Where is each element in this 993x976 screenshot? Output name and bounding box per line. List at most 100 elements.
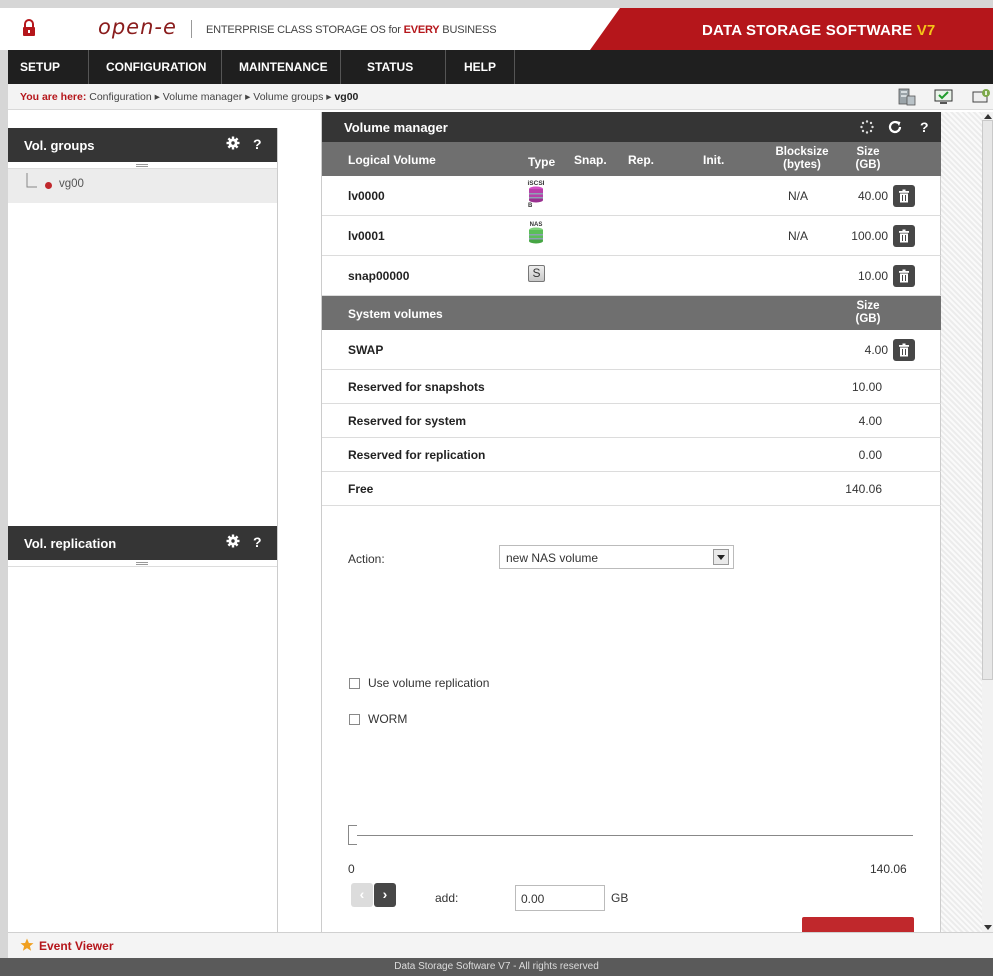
- slider-min-label: 0: [348, 862, 355, 876]
- delete-volume-button[interactable]: [893, 265, 915, 287]
- system-volume-name: Reserved for system: [348, 414, 467, 428]
- system-volume-size: 10.00: [851, 380, 882, 394]
- col-blocksize-line2: (bytes): [783, 159, 821, 171]
- nav-separator: [221, 50, 222, 84]
- create-button[interactable]: [802, 917, 914, 933]
- monitor-check-icon[interactable]: [934, 88, 954, 106]
- system-volumes-title: System volumes: [348, 307, 443, 321]
- iscsi-icon-sublabel: B: [528, 203, 533, 208]
- vol-groups-panel: Vol. groups ? vg00: [8, 128, 278, 526]
- volume-size: 10.00: [857, 269, 888, 283]
- delete-volume-button[interactable]: [893, 339, 915, 361]
- panel-resize-grip[interactable]: [8, 560, 277, 567]
- nav-tab-maintenance[interactable]: MAINTENANCE: [239, 50, 328, 84]
- col-size: Size (GB): [848, 146, 888, 172]
- system-volume-row[interactable]: SWAP 4.00: [322, 330, 942, 370]
- help-icon[interactable]: ?: [920, 119, 929, 135]
- col-blocksize: Blocksize (bytes): [762, 146, 842, 172]
- scrollbar-thumb[interactable]: [982, 120, 993, 680]
- footer-text: Data Storage Software V7 - All rights re…: [394, 961, 599, 972]
- star-icon: [20, 938, 34, 951]
- size-slider-track[interactable]: [349, 835, 913, 836]
- lock-icon[interactable]: [22, 19, 36, 37]
- trash-icon: [899, 189, 909, 203]
- breadcrumb-current: vg00: [334, 91, 359, 103]
- vol-group-label: vg00: [59, 178, 84, 190]
- header-tagline: ENTERPRISE CLASS STORAGE OS for EVERY BU…: [206, 24, 497, 36]
- refresh-icon[interactable]: [887, 119, 903, 135]
- use-replication-label: Use volume replication: [368, 676, 490, 690]
- decrease-button[interactable]: ‹: [351, 883, 373, 907]
- size-gb-value: 0.00: [521, 892, 545, 906]
- system-volume-name: Free: [348, 482, 374, 496]
- size-gb-input[interactable]: 0.00: [515, 885, 605, 911]
- status-dot-icon: [45, 182, 52, 189]
- breadcrumb-path[interactable]: Configuration ▸ Volume manager ▸ Volume …: [89, 91, 331, 103]
- action-select[interactable]: new NAS volume: [499, 545, 734, 569]
- help-icon[interactable]: ?: [253, 136, 262, 152]
- vol-groups-header: Vol. groups ?: [8, 128, 277, 162]
- nas-volume-icon: NAS: [529, 222, 543, 244]
- scroll-up-arrow[interactable]: [984, 114, 992, 119]
- system-volumes-header-row: System volumes Size (GB): [322, 296, 942, 330]
- volume-size: 40.00: [857, 189, 888, 203]
- slider-max-label: 140.06: [870, 862, 907, 876]
- volume-row[interactable]: lv0001 NAS N/A 100.00: [322, 216, 942, 256]
- iscsi-volume-icon: iSCSI B: [528, 180, 545, 208]
- system-volume-name: SWAP: [348, 343, 384, 357]
- volume-manager-panel: Volume manager ? Logical Volume Type Sna…: [321, 112, 942, 933]
- trash-icon: [899, 229, 909, 243]
- loading-spinner-icon: [860, 120, 874, 134]
- increase-button[interactable]: ›: [374, 883, 396, 907]
- help-icon[interactable]: ?: [253, 534, 262, 550]
- nav-tab-configuration[interactable]: CONFIGURATION: [106, 50, 206, 84]
- worm-label: WORM: [368, 712, 408, 726]
- volume-blocksize: N/A: [788, 189, 809, 203]
- system-volume-row: Reserved for replication 0.00: [322, 438, 942, 472]
- scroll-down-arrow[interactable]: [984, 925, 992, 930]
- breadcrumb: You are here: Configuration ▸ Volume man…: [8, 84, 993, 110]
- volume-name: snap00000: [348, 269, 410, 283]
- volume-blocksize: N/A: [788, 229, 809, 243]
- gear-icon[interactable]: [226, 136, 240, 150]
- col-size-line2: (GB): [855, 159, 881, 171]
- system-volume-name: Reserved for replication: [348, 448, 486, 462]
- logical-volume-header-row: Logical Volume Type Snap. Rep. Init. Blo…: [322, 142, 942, 176]
- tagline-suffix: BUSINESS: [439, 24, 497, 36]
- system-volume-size: 140.06: [845, 482, 882, 496]
- volume-row[interactable]: lv0000 iSCSI B N/A 40.00: [322, 176, 942, 216]
- action-label: Action:: [348, 552, 385, 566]
- nav-tab-setup[interactable]: SETUP: [20, 50, 60, 84]
- volume-manager-header: Volume manager ?: [322, 112, 942, 142]
- product-title-text: DATA STORAGE SOFTWARE: [702, 22, 917, 39]
- gear-icon[interactable]: [226, 534, 240, 548]
- open-e-logo: open-e: [98, 15, 177, 39]
- system-volume-name: Reserved for snapshots: [348, 380, 485, 394]
- vol-group-item[interactable]: vg00: [8, 169, 277, 203]
- info-monitor-icon[interactable]: [972, 88, 992, 106]
- col-snap: Snap.: [574, 153, 607, 167]
- col-size-line2: (GB): [855, 313, 881, 325]
- header-divider: [191, 20, 192, 38]
- system-volume-row: Free 140.06: [322, 472, 942, 506]
- dropdown-arrow-icon[interactable]: [713, 549, 729, 565]
- worm-checkbox[interactable]: [349, 714, 360, 725]
- volume-row[interactable]: snap00000 S 10.00: [322, 256, 942, 296]
- panel-resize-grip[interactable]: [8, 162, 277, 169]
- col-logical-volume: Logical Volume: [348, 153, 436, 167]
- panel-gap: [279, 112, 321, 932]
- right-gutter-pattern: [941, 112, 982, 932]
- size-slider-handle[interactable]: [348, 825, 357, 845]
- nav-tab-help[interactable]: HELP: [464, 50, 496, 84]
- nav-tab-status[interactable]: STATUS: [367, 50, 413, 84]
- delete-volume-button[interactable]: [893, 225, 915, 247]
- server-icon[interactable]: [896, 88, 916, 106]
- col-blocksize-line1: Blocksize: [775, 146, 829, 158]
- vertical-scrollbar[interactable]: [982, 112, 993, 932]
- col-size-line1: Size: [856, 300, 880, 312]
- use-replication-checkbox[interactable]: [349, 678, 360, 689]
- delete-volume-button[interactable]: [893, 185, 915, 207]
- left-gutter: [0, 50, 8, 958]
- app-header: open-e ENTERPRISE CLASS STORAGE OS for E…: [0, 0, 993, 50]
- event-viewer-bar[interactable]: Event Viewer: [8, 932, 993, 958]
